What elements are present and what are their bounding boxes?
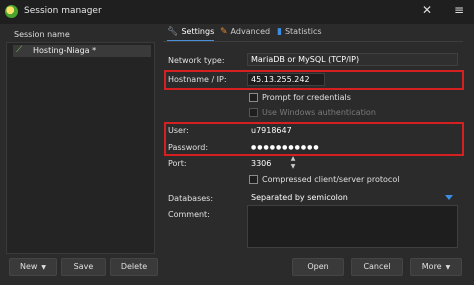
- prompt-credentials-label: Prompt for credentials: [262, 93, 351, 102]
- network-type-select[interactable]: MariaDB or MySQL (TCP/IP): [247, 53, 458, 66]
- tab-settings[interactable]: 🔧︎ Settings: [167, 27, 215, 41]
- session-icon: ⟋: [16, 45, 23, 55]
- session-item-label: Hosting-Niaga *: [33, 46, 97, 55]
- title-bar: Session manager ✕ ≡: [0, 0, 474, 24]
- window-title: Session manager: [24, 6, 102, 16]
- port-stepper-up-icon[interactable]: ▲: [289, 156, 297, 162]
- session-item[interactable]: ⟋ Hosting-Niaga *: [13, 45, 151, 57]
- cancel-button[interactable]: Cancel: [351, 258, 403, 276]
- port-stepper-down-icon[interactable]: ▼: [289, 164, 297, 170]
- compressed-checkbox[interactable]: [249, 175, 258, 184]
- chevron-down-icon: ▼: [41, 264, 47, 271]
- wrench-icon: 🔧︎: [167, 27, 179, 37]
- windows-auth-label: Use Windows authentication: [262, 108, 376, 117]
- tab-advanced-label: Advanced: [230, 27, 271, 36]
- comment-label: Comment:: [168, 210, 210, 219]
- dropdown-arrow-icon[interactable]: [445, 195, 453, 200]
- app-logo-icon: [5, 5, 18, 18]
- comment-textarea[interactable]: [247, 205, 458, 248]
- tab-statistics[interactable]: ▮ Statistics: [277, 27, 322, 41]
- user-label: User:: [168, 126, 189, 135]
- more-button[interactable]: More ▼: [410, 258, 462, 276]
- new-button[interactable]: New ▼: [9, 258, 57, 276]
- databases-value: Separated by semicolon: [251, 193, 348, 202]
- bar-chart-icon: ▮: [277, 27, 282, 37]
- menu-icon[interactable]: ≡: [454, 3, 464, 17]
- port-label: Port:: [168, 159, 187, 168]
- tab-settings-label: Settings: [181, 27, 215, 36]
- hostname-input[interactable]: 45.13.255.242: [247, 73, 325, 86]
- password-input[interactable]: ●●●●●●●●●●●: [247, 141, 458, 154]
- new-button-label: New: [19, 262, 38, 271]
- sessions-panel: Session name ⟋ Hosting-Niaga *: [0, 24, 160, 285]
- user-input[interactable]: u7918647: [247, 124, 458, 137]
- session-tree[interactable]: ⟋ Hosting-Niaga *: [6, 42, 155, 254]
- tab-divider: [163, 41, 463, 42]
- delete-button[interactable]: Delete: [110, 258, 158, 276]
- more-button-label: More: [421, 262, 442, 271]
- session-list-header: Session name: [14, 30, 70, 39]
- port-input[interactable]: 3306: [247, 157, 287, 170]
- compressed-label: Compressed client/server protocol: [262, 175, 400, 184]
- tab-statistics-label: Statistics: [284, 27, 322, 36]
- databases-select[interactable]: Separated by semicolon: [247, 191, 458, 204]
- network-type-label: Network type:: [168, 56, 225, 65]
- databases-label: Databases:: [168, 194, 214, 203]
- tab-advanced[interactable]: ✎ Advanced: [220, 27, 270, 41]
- hostname-label: Hostname / IP:: [168, 75, 227, 84]
- tools-icon: ✎: [220, 27, 228, 37]
- save-button[interactable]: Save: [61, 258, 106, 276]
- open-button[interactable]: Open: [292, 258, 344, 276]
- network-type-value: MariaDB or MySQL (TCP/IP): [251, 55, 360, 64]
- chevron-down-icon: ▼: [445, 264, 451, 271]
- close-icon[interactable]: ✕: [422, 3, 432, 17]
- password-label: Password:: [168, 143, 209, 152]
- windows-auth-checkbox[interactable]: [249, 108, 258, 117]
- prompt-credentials-checkbox[interactable]: [249, 93, 258, 102]
